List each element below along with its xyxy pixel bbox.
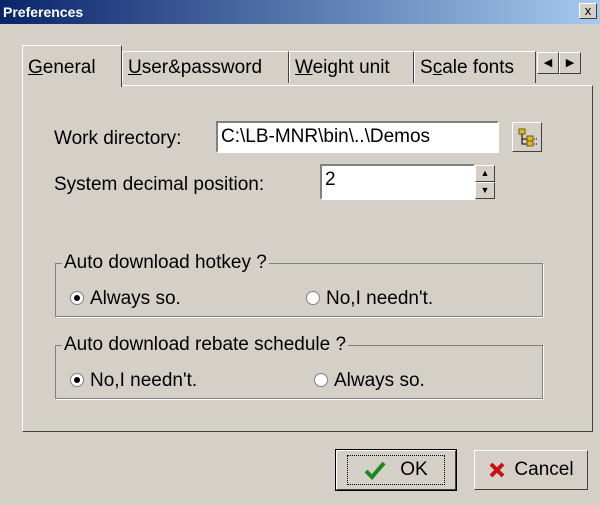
decimal-spinner[interactable]: ▲ ▼	[475, 165, 495, 199]
browse-directory-button[interactable]	[512, 122, 542, 152]
general-panel: Work directory: C:\LB-MNR\bin\..\Demos S…	[22, 85, 593, 432]
auto-download-hotkey-legend: Auto download hotkey ?	[62, 252, 269, 274]
hotkey-neednt-radio[interactable]: No,I needn't.	[306, 288, 433, 310]
cancel-button[interactable]: Cancel	[474, 450, 588, 490]
auto-download-rebate-legend: Auto download rebate schedule ?	[62, 334, 349, 356]
green-check-icon	[364, 461, 386, 480]
red-x-icon	[490, 462, 505, 478]
close-button[interactable]: x	[579, 3, 597, 19]
tab-general[interactable]: General	[22, 45, 122, 87]
spin-down-icon[interactable]: ▼	[475, 182, 495, 199]
work-directory-label: Work directory:	[54, 128, 182, 149]
radio-selected-icon	[70, 291, 84, 305]
radio-unselected-icon	[314, 373, 328, 387]
tab-scale-fonts[interactable]: Scale fonts	[414, 51, 536, 83]
ok-label: OK	[400, 459, 428, 480]
hotkey-always-radio[interactable]: Always so.	[70, 288, 181, 310]
work-directory-input[interactable]: C:\LB-MNR\bin\..\Demos	[216, 121, 499, 153]
system-decimal-label: System decimal position:	[54, 174, 265, 195]
spin-up-icon[interactable]: ▲	[475, 165, 495, 182]
title-bar: Preferences x	[0, 0, 600, 24]
preferences-window: Preferences x General User&password Weig…	[0, 0, 600, 505]
ok-button[interactable]: OK	[335, 449, 457, 491]
radio-unselected-icon	[306, 291, 320, 305]
cancel-label: Cancel	[514, 459, 574, 480]
tab-user-password[interactable]: User&password	[122, 51, 289, 83]
system-decimal-input[interactable]: 2	[320, 164, 475, 200]
rebate-neednt-radio[interactable]: No,I needn't.	[70, 370, 197, 392]
radio-selected-icon	[70, 373, 84, 387]
window-title: Preferences	[3, 4, 84, 20]
rebate-always-radio[interactable]: Always so.	[314, 370, 425, 392]
tab-scroll-right-button[interactable]: ▶	[559, 52, 581, 74]
folder-tree-icon	[518, 128, 537, 147]
tab-weight-unit[interactable]: Weight unit	[289, 51, 414, 83]
tab-scroll-left-button[interactable]: ◀	[537, 52, 559, 74]
